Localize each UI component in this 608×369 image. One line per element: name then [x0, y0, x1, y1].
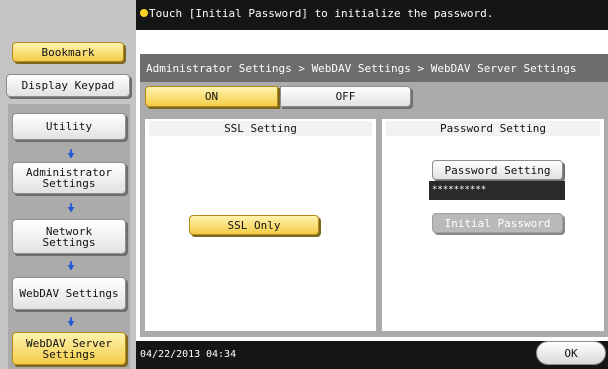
arrow-down-icon: 🠟 — [67, 259, 75, 273]
breadcrumb: Administrator Settings > WebDAV Settings… — [146, 62, 577, 75]
bookmark-button[interactable]: Bookmark — [12, 42, 124, 62]
password-setting-header: Password Setting — [386, 121, 600, 136]
toggle-on-button[interactable]: ON — [145, 86, 278, 107]
initial-password-button[interactable]: Initial Password — [432, 213, 563, 233]
footer-date: 04/22/2013 — [140, 349, 201, 360]
toggle-off-button[interactable]: OFF — [280, 86, 411, 107]
nav-server-label-line2: Settings — [42, 347, 96, 361]
nav-webdav-server-settings-button[interactable]: WebDAV Server Settings — [12, 332, 126, 365]
nav-administrator-settings-button[interactable]: Administrator Settings — [12, 162, 126, 194]
ssl-setting-header: SSL Setting — [149, 121, 372, 136]
arrow-down-icon: 🠟 — [67, 315, 75, 329]
nav-network-settings-button[interactable]: Network Settings — [12, 219, 126, 254]
password-value-field: ********** — [429, 181, 565, 200]
nav-network-label-line2: Settings — [42, 235, 96, 249]
nav-utility-button[interactable]: Utility — [12, 113, 126, 140]
nav-admin-label-line2: Settings — [42, 177, 96, 190]
footer-time: 04:34 — [206, 349, 237, 360]
nav-network-label-line1: Network — [45, 224, 93, 238]
display-keypad-button[interactable]: Display Keypad — [6, 74, 130, 97]
nav-webdav-settings-button[interactable]: WebDAV Settings — [12, 277, 126, 310]
nav-server-label-line1: WebDAV Server — [25, 336, 113, 350]
lightbulb-icon — [140, 9, 148, 17]
password-setting-button[interactable]: Password Setting — [432, 160, 563, 180]
arrow-down-icon: 🠟 — [67, 201, 75, 215]
info-message: Touch [Initial Password] to initialize t… — [149, 7, 494, 20]
ok-button[interactable]: OK — [536, 341, 606, 365]
ssl-only-button[interactable]: SSL Only — [189, 215, 319, 235]
